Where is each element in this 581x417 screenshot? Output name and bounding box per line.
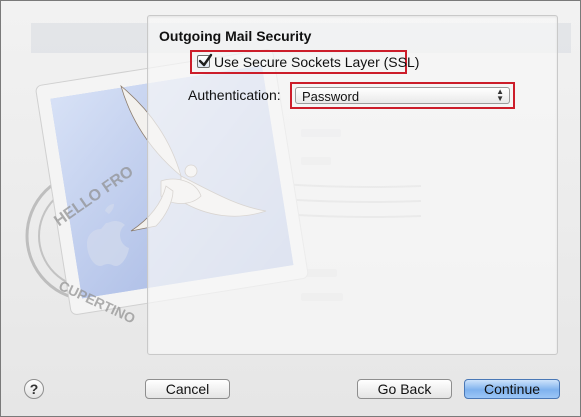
checkmark-icon (198, 53, 213, 67)
assistant-window: HELLO FRO CUPERTINO Outgoing Mail Securi… (0, 0, 581, 417)
authentication-highlight: Password ▲ ▼ (290, 82, 515, 109)
section-title: Outgoing Mail Security (159, 28, 312, 44)
settings-panel: Outgoing Mail Security Use Secure Socket… (147, 15, 558, 355)
authentication-popup[interactable]: Password ▲ ▼ (295, 87, 510, 104)
go-back-button[interactable]: Go Back (357, 379, 452, 399)
continue-button[interactable]: Continue (464, 379, 560, 399)
cancel-button[interactable]: Cancel (145, 379, 230, 399)
authentication-label: Authentication: (188, 87, 281, 103)
ssl-label[interactable]: Use Secure Sockets Layer (SSL) (214, 54, 419, 70)
help-button[interactable]: ? (24, 379, 44, 399)
authentication-value: Password (302, 89, 360, 104)
ssl-checkbox[interactable] (197, 53, 213, 68)
ssl-highlight: Use Secure Sockets Layer (SSL) (190, 50, 419, 74)
up-down-arrows-icon: ▲ ▼ (496, 87, 504, 103)
